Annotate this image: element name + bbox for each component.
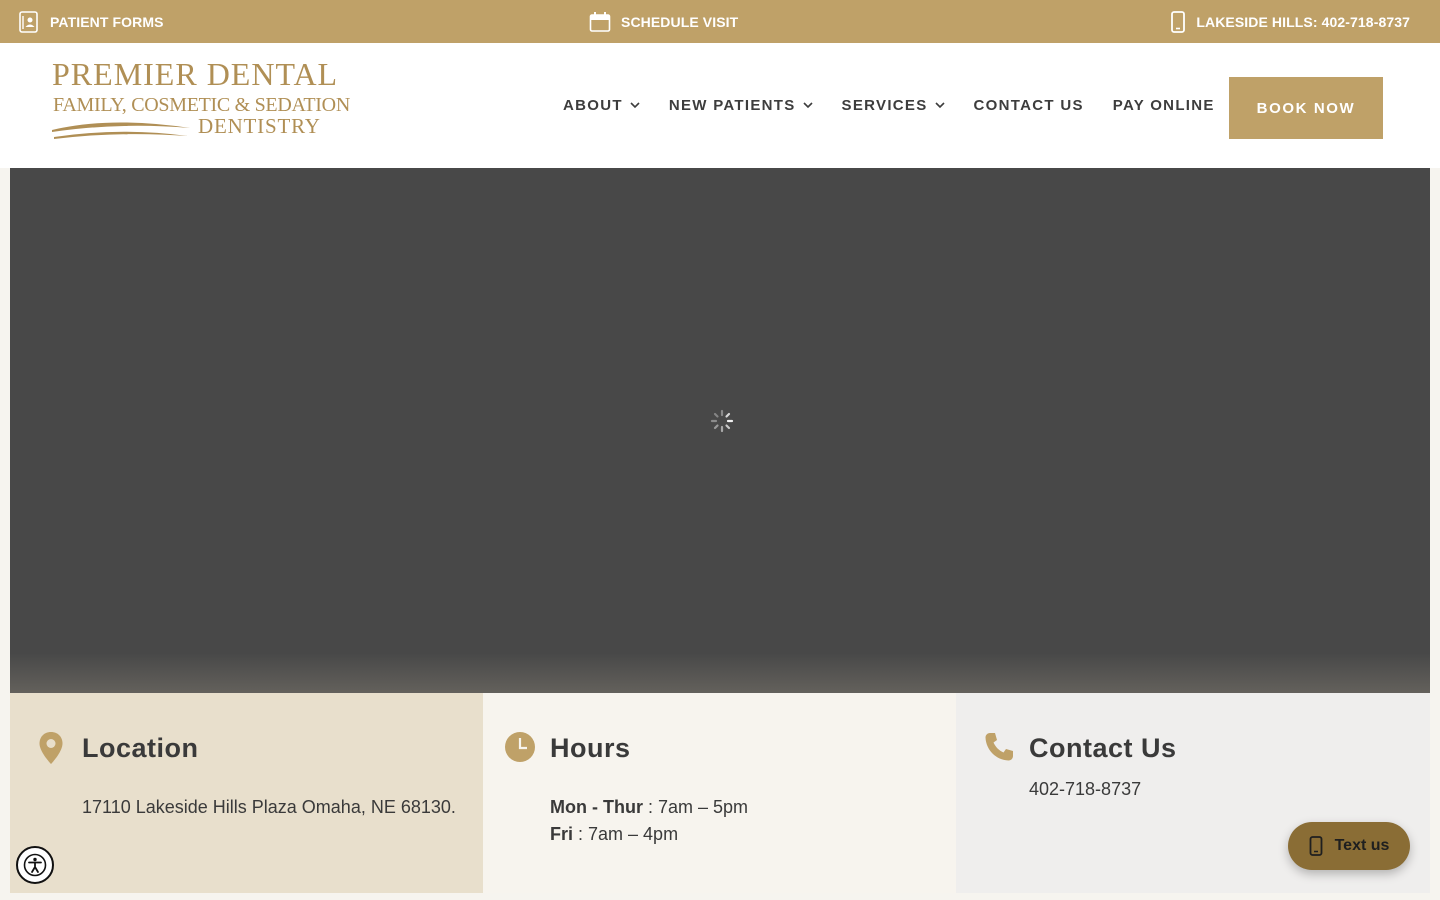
hours-time-2: : 7am – 4pm <box>573 824 679 844</box>
accessibility-button[interactable] <box>16 846 54 884</box>
location-title: Location <box>82 733 199 763</box>
nav-contact-us-label: CONTACT US <box>973 97 1084 114</box>
patient-forms-link[interactable]: PATIENT FORMS <box>18 0 164 43</box>
accessibility-icon <box>23 853 47 877</box>
premier-dental-logo[interactable]: PREMIER DENTAL FAMILY, COSMETIC & SEDATI… <box>50 56 350 144</box>
loading-spinner-icon <box>710 409 734 433</box>
hours-title: Hours <box>550 733 631 763</box>
main-nav: ABOUT NEW PATIENTS SERVICES CONTACT US P… <box>563 43 1243 168</box>
nav-pay-online-label: PAY ONLINE <box>1112 97 1215 114</box>
hero-media <box>10 168 1430 693</box>
contact-phone[interactable]: 402-718-8737 <box>1029 779 1141 800</box>
logo-line-3: DENTISTRY <box>198 114 321 138</box>
chevron-down-icon <box>630 102 640 109</box>
hero-fade <box>10 653 1430 693</box>
clock-icon <box>505 732 535 762</box>
nav-new-patients[interactable]: NEW PATIENTS <box>669 97 813 114</box>
hours-days-2: Fri <box>550 824 574 844</box>
phone-icon <box>985 733 1013 761</box>
phone-label: LAKESIDE HILLS: 402-718-8737 <box>1196 13 1410 30</box>
text-us-button[interactable]: Text us <box>1288 822 1410 870</box>
hours-time-1: : 7am – 5pm <box>642 797 749 817</box>
map-pin-icon <box>39 732 63 764</box>
hours-days-1: Mon - Thur <box>550 797 643 817</box>
nav-about[interactable]: ABOUT <box>563 97 640 114</box>
nav-pay-online[interactable]: PAY ONLINE <box>1113 97 1215 114</box>
hours-weekdays: Mon - Thur : 7am – 5pm <box>550 797 748 818</box>
nav-services-label: SERVICES <box>841 97 928 114</box>
schedule-visit-link[interactable]: SCHEDULE VISIT <box>589 0 738 43</box>
hours-panel: Hours Mon - Thur : 7am – 5pm Fri : 7am –… <box>483 693 956 893</box>
schedule-visit-label: SCHEDULE VISIT <box>621 13 739 30</box>
nav-contact-us[interactable]: CONTACT US <box>974 97 1084 114</box>
forms-icon <box>19 10 38 33</box>
mobile-phone-icon <box>1171 10 1186 33</box>
phone-link[interactable]: LAKESIDE HILLS: 402-718-8737 <box>1170 0 1410 43</box>
nav-new-patients-label: NEW PATIENTS <box>668 97 796 114</box>
logo-line-1: PREMIER DENTAL <box>52 56 339 92</box>
logo-swoosh-icon <box>52 122 190 139</box>
contact-title: Contact Us <box>1029 733 1177 763</box>
location-panel: Location 17110 Lakeside Hills Plaza Omah… <box>10 693 483 893</box>
chevron-down-icon <box>802 102 813 109</box>
top-bar: PATIENT FORMS SCHEDULE VISIT LAKESIDE HI… <box>0 0 1440 43</box>
book-now-button[interactable]: BOOK NOW <box>1229 77 1383 139</box>
hours-friday: Fri : 7am – 4pm <box>550 824 678 845</box>
nav-about-label: ABOUT <box>563 97 623 114</box>
location-address: 17110 Lakeside Hills Plaza Omaha, NE 681… <box>82 797 456 817</box>
mobile-phone-icon <box>1309 836 1322 856</box>
calendar-icon <box>589 11 611 32</box>
chevron-down-icon <box>934 102 945 109</box>
text-us-label: Text us <box>1334 837 1390 854</box>
nav-services[interactable]: SERVICES <box>842 97 945 114</box>
patient-forms-label: PATIENT FORMS <box>50 13 164 30</box>
site-header: PREMIER DENTAL FAMILY, COSMETIC & SEDATI… <box>0 43 1440 168</box>
